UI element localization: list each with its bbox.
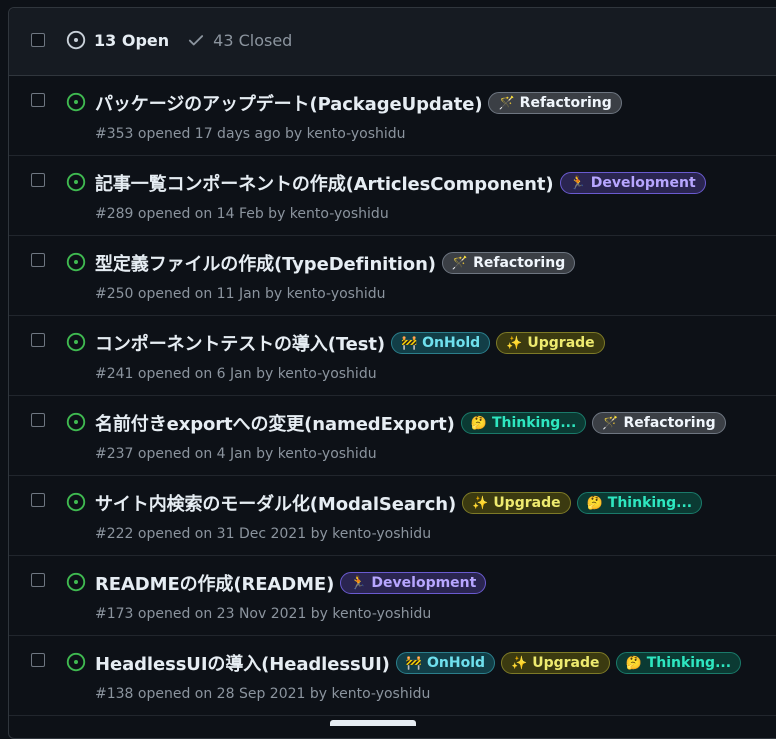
- issue-meta: #289 opened on 14 Feb by kento-yoshidu: [95, 206, 389, 222]
- open-issues-tab[interactable]: 13 Open: [66, 30, 169, 50]
- issue-title-link[interactable]: 型定義ファイルの作成(TypeDefinition): [95, 250, 436, 276]
- issue-checkbox[interactable]: [31, 253, 45, 267]
- label-development[interactable]: 🏃 Development: [559, 172, 706, 194]
- issue-open-icon: [66, 92, 86, 112]
- issue-open-icon: [66, 412, 86, 432]
- issue-row[interactable]: 型定義ファイルの作成(TypeDefinition) 🪄 Refactoring #2…: [9, 236, 776, 316]
- label-emoji-icon: 🏃: [350, 575, 367, 591]
- label-upgrade[interactable]: ✨ Upgrade: [462, 492, 571, 514]
- issue-row[interactable]: サイト内検索のモーダル化(ModalSearch) ✨ Upgrade 🤔 Thinki…: [9, 476, 776, 556]
- label-emoji-icon: 🪄: [498, 95, 515, 111]
- issue-title-link[interactable]: 名前付きexportへの変更(namedExport): [95, 410, 455, 436]
- label-emoji-icon: 🤔: [470, 415, 487, 431]
- label-emoji-icon: 🚧: [400, 335, 418, 351]
- issue-checkbox[interactable]: [31, 173, 45, 187]
- label-development[interactable]: 🏃 Development: [340, 572, 487, 594]
- label-emoji-icon: 🪄: [602, 415, 619, 431]
- issue-meta: #237 opened on 4 Jan by kento-yoshidu: [95, 446, 377, 462]
- issue-title-line: 記事一覧コンポーネントの作成(ArticlesComponent) 🏃 Develo…: [95, 170, 706, 196]
- issue-checkbox[interactable]: [31, 333, 45, 347]
- label-text: Thinking...: [646, 655, 732, 671]
- issue-title-link[interactable]: コンポーネントテストの導入(Test): [95, 330, 385, 356]
- issue-title-link[interactable]: サイト内検索のモーダル化(ModalSearch): [95, 490, 456, 516]
- label-text: Refactoring: [623, 415, 716, 431]
- issue-meta: #353 opened 17 days ago by kento-yoshidu: [95, 126, 406, 142]
- label-thinking[interactable]: 🤔 Thinking...: [615, 652, 742, 674]
- label-text: Refactoring: [473, 255, 566, 271]
- select-all-checkbox[interactable]: [31, 33, 45, 47]
- issue-open-icon: [66, 572, 86, 592]
- issue-checkbox[interactable]: [31, 413, 45, 427]
- issue-title-line: パッケージのアップデート(PackageUpdate) 🪄 Refactoring: [95, 90, 622, 116]
- label-text: OnHold: [422, 335, 481, 351]
- issue-title-link[interactable]: READMEの作成(README): [95, 570, 334, 596]
- pagination-stub: [330, 720, 416, 726]
- label-text: Refactoring: [519, 95, 612, 111]
- issue-row[interactable]: 名前付きexportへの変更(namedExport) 🤔 Thinking... 🪄…: [9, 396, 776, 476]
- label-refactoring[interactable]: 🪄 Refactoring: [488, 92, 622, 114]
- issue-open-icon: [66, 252, 86, 272]
- label-emoji-icon: ✨: [506, 335, 523, 351]
- issue-list-header: 13 Open 43 Closed: [9, 8, 776, 76]
- issue-title-line: サイト内検索のモーダル化(ModalSearch) ✨ Upgrade 🤔 Thinki…: [95, 490, 703, 516]
- label-refactoring[interactable]: 🪄 Refactoring: [441, 252, 576, 274]
- label-emoji-icon: ✨: [511, 655, 528, 671]
- issue-title-line: HeadlessUIの導入(HeadlessUI) 🚧 OnHold ✨ Upgrade…: [95, 650, 742, 676]
- label-text: Development: [371, 575, 477, 591]
- label-text: Thinking...: [607, 495, 693, 511]
- check-icon: [189, 35, 204, 46]
- label-thinking[interactable]: 🤔 Thinking...: [460, 412, 587, 434]
- issue-meta: #222 opened on 31 Dec 2021 by kento-yosh…: [95, 526, 432, 542]
- label-text: Development: [590, 175, 696, 191]
- issue-checkbox[interactable]: [31, 653, 45, 667]
- issue-title-link[interactable]: 記事一覧コンポーネントの作成(ArticlesComponent): [95, 170, 554, 196]
- issue-checkbox[interactable]: [31, 573, 45, 587]
- issue-checkbox[interactable]: [31, 93, 45, 107]
- issue-row[interactable]: コンポーネントテストの導入(Test) 🚧 OnHold ✨ Upgrade #241 o…: [9, 316, 776, 396]
- issue-title-link[interactable]: パッケージのアップデート(PackageUpdate): [95, 90, 483, 116]
- label-onhold[interactable]: 🚧 OnHold: [395, 652, 496, 674]
- closed-count-label: 43 Closed: [213, 30, 293, 50]
- label-text: Upgrade: [527, 335, 595, 351]
- label-text: OnHold: [427, 655, 486, 671]
- issue-rows: パッケージのアップデート(PackageUpdate) 🪄 Refactoring #…: [9, 76, 776, 716]
- issue-meta: #138 opened on 28 Sep 2021 by kento-yosh…: [95, 686, 431, 702]
- issue-open-icon: [66, 652, 86, 672]
- issue-meta: #250 opened on 11 Jan by kento-yoshidu: [95, 286, 386, 302]
- label-emoji-icon: 🤔: [586, 495, 603, 511]
- issue-open-icon: [66, 492, 86, 512]
- issue-row[interactable]: HeadlessUIの導入(HeadlessUI) 🚧 OnHold ✨ Upgrade…: [9, 636, 776, 716]
- label-emoji-icon: 🏃: [569, 175, 586, 191]
- issue-meta: #173 opened on 23 Nov 2021 by kento-yosh…: [95, 606, 432, 622]
- issue-checkbox[interactable]: [31, 493, 45, 507]
- label-emoji-icon: 🚧: [405, 655, 422, 671]
- label-emoji-icon: ✨: [472, 495, 489, 511]
- issue-list: 13 Open 43 Closed パッケージのアップデート(PackageUp…: [8, 7, 776, 739]
- open-count-label: 13 Open: [94, 30, 170, 50]
- issue-title-line: 名前付きexportへの変更(namedExport) 🤔 Thinking... 🪄…: [95, 410, 726, 436]
- closed-issues-tab[interactable]: 43 Closed: [187, 31, 292, 50]
- label-thinking[interactable]: 🤔 Thinking...: [576, 492, 703, 514]
- label-upgrade[interactable]: ✨ Upgrade: [501, 652, 610, 674]
- issue-title-line: 型定義ファイルの作成(TypeDefinition) 🪄 Refactoring: [95, 250, 576, 276]
- issue-row[interactable]: 記事一覧コンポーネントの作成(ArticlesComponent) 🏃 Develo…: [9, 156, 776, 236]
- issue-meta: #241 opened on 6 Jan by kento-yoshidu: [95, 366, 377, 382]
- label-text: Thinking...: [491, 415, 577, 431]
- issue-open-icon: [66, 30, 86, 50]
- label-emoji-icon: 🪄: [451, 255, 469, 271]
- issue-row[interactable]: パッケージのアップデート(PackageUpdate) 🪄 Refactoring #…: [9, 76, 776, 156]
- label-onhold[interactable]: 🚧 OnHold: [390, 332, 491, 354]
- state-filter: 13 Open 43 Closed: [66, 30, 292, 50]
- issue-title-link[interactable]: HeadlessUIの導入(HeadlessUI): [95, 650, 390, 676]
- issue-open-icon: [66, 172, 86, 192]
- label-refactoring[interactable]: 🪄 Refactoring: [592, 412, 726, 434]
- issue-title-line: コンポーネントテストの導入(Test) 🚧 OnHold ✨ Upgrade: [95, 330, 605, 356]
- label-text: Upgrade: [532, 655, 600, 671]
- issue-row[interactable]: READMEの作成(README) 🏃 Development #173 opened…: [9, 556, 776, 636]
- label-upgrade[interactable]: ✨ Upgrade: [496, 332, 605, 354]
- label-text: Upgrade: [493, 495, 561, 511]
- label-emoji-icon: 🤔: [625, 655, 642, 671]
- issue-title-line: READMEの作成(README) 🏃 Development: [95, 570, 487, 596]
- issue-open-icon: [66, 332, 86, 352]
